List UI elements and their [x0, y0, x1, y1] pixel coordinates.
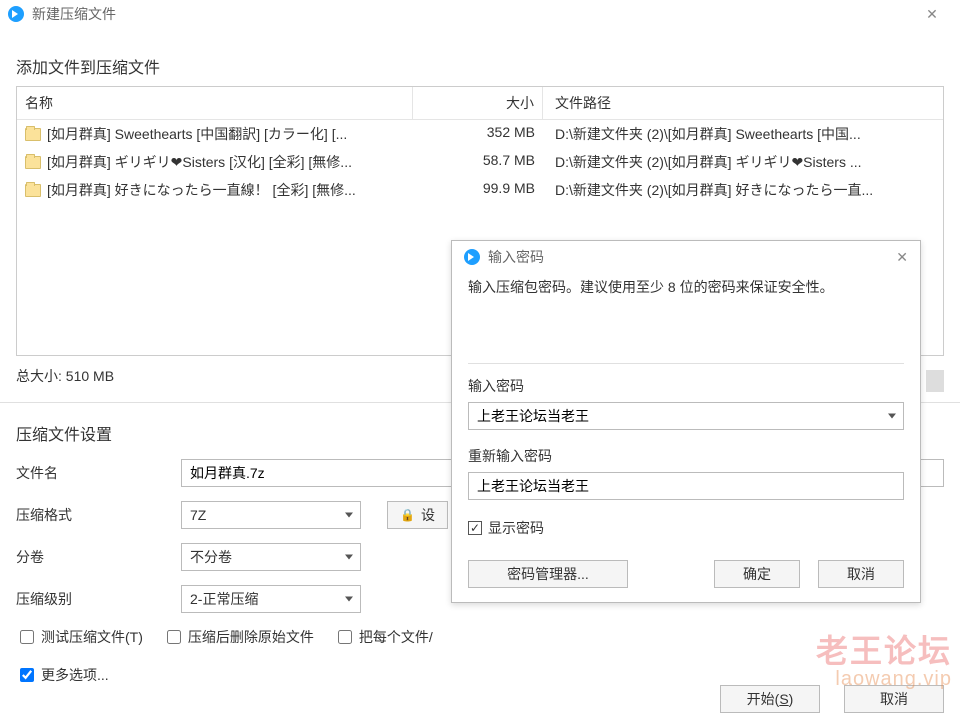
check-more-options[interactable]: 更多选项...: [16, 665, 944, 685]
file-name: [如月群真] 好きになったら一直線！ [全彩] [無修...: [47, 180, 356, 200]
check-label: 把每个文件/: [359, 627, 433, 647]
dialog-message: 输入压缩包密码。建议使用至少 8 位的密码来保证安全性。: [468, 277, 904, 297]
close-icon[interactable]: ✕: [896, 249, 908, 266]
file-name: [如月群真] ギリギリ❤Sisters [汉化] [全彩] [無修...: [47, 152, 352, 172]
file-path: D:\新建文件夹 (2)\[如月群真] ギリギリ❤Sisters ...: [543, 148, 943, 176]
file-list-header: 名称 大小 文件路径: [17, 87, 943, 120]
chevron-down-icon: [345, 555, 353, 560]
checkbox[interactable]: [167, 630, 181, 644]
chevron-down-icon: [345, 597, 353, 602]
table-row[interactable]: [如月群真] Sweethearts [中国翻訳] [カラー化] [... 35…: [17, 120, 943, 148]
label-split: 分卷: [16, 547, 181, 567]
column-name[interactable]: 名称: [17, 87, 413, 119]
window-title: 新建压缩文件: [32, 4, 912, 24]
file-size: 58.7 MB: [413, 148, 543, 176]
dialog-titlebar: 输入密码 ✕: [452, 241, 920, 273]
set-password-label: 设: [421, 505, 435, 525]
add-files-heading: 添加文件到压缩文件: [16, 54, 944, 78]
label-enter-password: 输入密码: [468, 376, 904, 396]
checkbox[interactable]: [20, 630, 34, 644]
start-button[interactable]: 开始(S): [720, 685, 820, 713]
dialog-buttons: 开始(S) 取消: [720, 685, 944, 713]
options-row: 测试压缩文件(T) 压缩后删除原始文件 把每个文件/: [16, 627, 944, 647]
table-row[interactable]: [如月群真] ギリギリ❤Sisters [汉化] [全彩] [無修... 58.…: [17, 148, 943, 176]
chevron-down-icon: [888, 414, 896, 419]
checkbox-checked-icon[interactable]: ✓: [468, 521, 482, 535]
check-label: 压缩后删除原始文件: [188, 627, 314, 647]
lock-icon: 🔒: [400, 508, 415, 522]
checkbox[interactable]: [338, 630, 352, 644]
divider: [468, 363, 904, 364]
check-label: 测试压缩文件(T): [41, 627, 143, 647]
split-select[interactable]: 不分卷: [181, 543, 361, 571]
ok-button[interactable]: 确定: [714, 560, 800, 588]
check-label: 更多选项...: [41, 665, 109, 685]
folder-icon: [25, 128, 41, 141]
file-path: D:\新建文件夹 (2)\[如月群真] Sweethearts [中国...: [543, 120, 943, 148]
file-size: 352 MB: [413, 120, 543, 148]
format-value: 7Z: [190, 507, 206, 523]
label-reenter-password: 重新输入密码: [468, 446, 904, 466]
folder-icon: [25, 184, 41, 197]
file-path: D:\新建文件夹 (2)\[如月群真] 好きになったら一直...: [543, 176, 943, 204]
split-value: 不分卷: [190, 547, 232, 567]
dialog-cancel-button[interactable]: 取消: [818, 560, 904, 588]
app-icon: [8, 6, 24, 22]
table-row[interactable]: [如月群真] 好きになったら一直線！ [全彩] [無修... 99.9 MB D…: [17, 176, 943, 204]
check-delete-after[interactable]: 压缩后删除原始文件: [163, 627, 314, 647]
label-format: 压缩格式: [16, 505, 181, 525]
close-icon[interactable]: ✕: [912, 6, 952, 23]
file-size: 99.9 MB: [413, 176, 543, 204]
cancel-button[interactable]: 取消: [844, 685, 944, 713]
password-input[interactable]: [468, 402, 904, 430]
column-path[interactable]: 文件路径: [543, 87, 943, 119]
checkbox[interactable]: [20, 668, 34, 682]
check-label: 显示密码: [488, 518, 544, 538]
password-combo[interactable]: [468, 402, 904, 430]
check-show-password[interactable]: ✓ 显示密码: [468, 518, 904, 538]
check-per-file[interactable]: 把每个文件/: [334, 627, 433, 647]
check-test-archive[interactable]: 测试压缩文件(T): [16, 627, 143, 647]
chevron-down-icon: [345, 513, 353, 518]
file-name: [如月群真] Sweethearts [中国翻訳] [カラー化] [...: [47, 124, 347, 144]
level-select[interactable]: 2-正常压缩: [181, 585, 361, 613]
password-confirm-input[interactable]: [468, 472, 904, 500]
app-icon: [464, 249, 480, 265]
scrollbar-stub[interactable]: [926, 370, 944, 392]
format-select[interactable]: 7Z: [181, 501, 361, 529]
column-size[interactable]: 大小: [413, 87, 543, 119]
folder-icon: [25, 156, 41, 169]
level-value: 2-正常压缩: [190, 589, 258, 609]
titlebar: 新建压缩文件 ✕: [0, 0, 960, 28]
label-filename: 文件名: [16, 463, 181, 483]
set-password-button[interactable]: 🔒 设: [387, 501, 448, 529]
password-dialog: 输入密码 ✕ 输入压缩包密码。建议使用至少 8 位的密码来保证安全性。 输入密码…: [451, 240, 921, 603]
label-level: 压缩级别: [16, 589, 181, 609]
dialog-title: 输入密码: [488, 247, 896, 267]
password-manager-button[interactable]: 密码管理器...: [468, 560, 628, 588]
